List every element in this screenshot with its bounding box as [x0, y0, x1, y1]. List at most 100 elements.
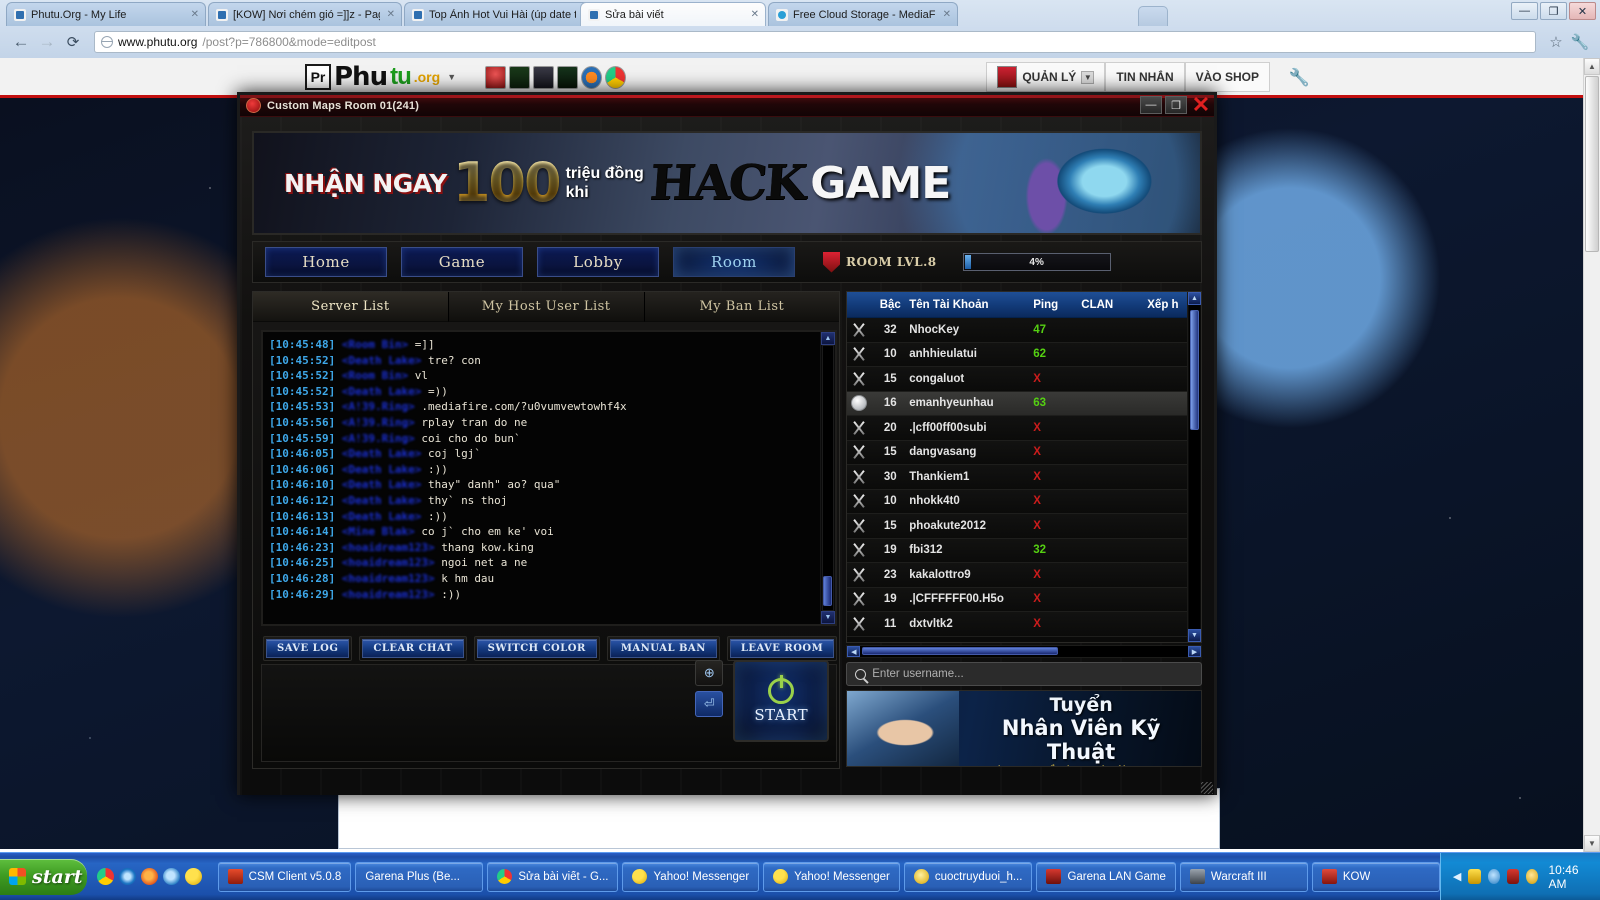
back-icon[interactable]: ←	[8, 29, 34, 55]
scroll-icon[interactable]	[509, 66, 530, 89]
player-row[interactable]: 16 emanhyeunhau 63	[847, 391, 1187, 416]
chrome-icon[interactable]	[96, 868, 114, 885]
firefox-icon[interactable]	[140, 868, 158, 885]
window-close-button[interactable]: ✕	[1569, 2, 1596, 20]
post-editor-area[interactable]	[338, 788, 1220, 849]
tab-close-icon[interactable]: ✕	[189, 9, 199, 20]
col-xep-header[interactable]: Xếp h	[1147, 299, 1187, 311]
player-row[interactable]: 19 fbi312 32	[847, 538, 1187, 563]
chat-username[interactable]: <Room Bin>	[335, 338, 408, 351]
network-icon[interactable]	[1487, 869, 1500, 884]
subtab-my-host-user-list[interactable]: My Host User List	[448, 292, 645, 322]
chat-scroll-up-icon[interactable]: ▲	[821, 332, 835, 345]
page-scrollbar[interactable]: ▲ ▼	[1583, 58, 1600, 852]
player-row[interactable]: 32 NhocKey 47	[847, 318, 1187, 343]
shop-button[interactable]: VÀO SHOP	[1184, 62, 1270, 92]
taskbar-button[interactable]: CSM Client v5.0.8	[217, 861, 352, 892]
manual-ban-button[interactable]: MANUAL BAN	[609, 639, 717, 658]
scrollbar-thumb[interactable]	[1585, 76, 1599, 252]
nav-tab-room[interactable]: Room	[673, 247, 795, 277]
chat-scrollbar[interactable]: ▲ ▼	[820, 332, 835, 624]
player-row[interactable]: 10 anhhieulatui 62	[847, 342, 1187, 367]
garena-close-button[interactable]: ✕	[1190, 94, 1212, 116]
nav-tab-lobby[interactable]: Lobby	[537, 247, 659, 277]
taskbar-button[interactable]: Warcraft III	[1179, 861, 1308, 892]
tab-close-icon[interactable]: ✕	[941, 9, 951, 20]
browser-tab-2[interactable]: Top Ảnh Hot Vui Hài (úp date t ✕	[404, 2, 598, 26]
player-list-hscrollbar[interactable]: ◀ ▶	[846, 645, 1202, 658]
window-resize-grip[interactable]	[1201, 782, 1213, 794]
player-row[interactable]: 15 congaluot X	[847, 367, 1187, 392]
player-row[interactable]: 23 kakalottro9 X	[847, 563, 1187, 588]
clear-chat-button[interactable]: CLEAR CHAT	[362, 639, 464, 658]
chat-username[interactable]: <hoaidream123>	[335, 541, 435, 554]
player-row[interactable]: 20 .|cff00ff00subi X	[847, 416, 1187, 441]
wrench-menu-icon[interactable]: 🔧	[1568, 30, 1592, 54]
player-scroll-up-icon[interactable]: ▲	[1188, 292, 1201, 305]
site-wrench-icon[interactable]: 🔧	[1289, 68, 1310, 88]
hscroll-left-icon[interactable]: ◀	[847, 646, 861, 657]
site-logo[interactable]: Pr Phu tu .org ▼	[305, 62, 456, 92]
chat-username[interactable]: <Mine Blak>	[335, 525, 415, 538]
promo-banner[interactable]: NHẬN NGAY 100 triệu đồng khi HACK GAME	[252, 131, 1202, 235]
firefox-icon[interactable]	[581, 66, 602, 89]
crosshair-icon[interactable]: ⊕	[695, 660, 724, 686]
chat-username[interactable]: <A!39.Ring>	[335, 400, 415, 413]
player-row[interactable]: 15 phoakute2012 X	[847, 514, 1187, 539]
player-row[interactable]: 11 dxtvltk2 X	[847, 612, 1187, 637]
col-rank-header[interactable]: Bậc	[871, 299, 909, 311]
chat-scroll-down-icon[interactable]: ▼	[821, 611, 835, 624]
browser-tab-3-active[interactable]: Sửa bài viết ✕	[580, 2, 766, 26]
chat-username[interactable]: <Death Lake>	[335, 463, 421, 476]
browser-tab-4[interactable]: Free Cloud Storage - MediaFir ✕	[768, 2, 958, 26]
subtab-server-list[interactable]: Server List	[253, 292, 449, 322]
chat-username[interactable]: <Death Lake>	[335, 478, 421, 491]
chat-username[interactable]: <A!39.Ring>	[335, 432, 415, 445]
chat-scroll-track[interactable]	[822, 345, 834, 611]
nav-tab-game[interactable]: Game	[401, 247, 523, 277]
taskbar-button[interactable]: Sửa bài viết - G...	[487, 861, 619, 892]
chat-username[interactable]: <Death Lake>	[335, 354, 421, 367]
search-input[interactable]	[872, 668, 1193, 680]
player-scroll-down-icon[interactable]: ▼	[1188, 629, 1201, 642]
address-bar[interactable]: www.phutu.org/post?p=786800&mode=editpos…	[94, 31, 1536, 53]
chat-username[interactable]: <A!39.Ring>	[335, 416, 415, 429]
chat-scroll-thumb[interactable]	[823, 576, 832, 606]
chat-username[interactable]: <Room Bin>	[335, 369, 408, 382]
potion-icon[interactable]	[485, 66, 506, 89]
chat-username[interactable]: <hoaidream123>	[335, 556, 435, 569]
player-row[interactable]: 19 .|CFFFFFF00.H5o X	[847, 587, 1187, 612]
door-icon[interactable]	[557, 66, 578, 89]
chevron-down-icon[interactable]: ▼	[447, 72, 456, 82]
hscroll-thumb[interactable]	[862, 647, 1059, 655]
chat-username[interactable]: <hoaidream123>	[335, 572, 435, 585]
chevron-down-icon[interactable]: ▼	[1081, 70, 1095, 84]
manage-button[interactable]: QUẢN LÝ ▼	[986, 62, 1106, 92]
reload-icon[interactable]: ⟳	[60, 29, 86, 55]
taskbar-button[interactable]: Garena Plus (Be...	[355, 861, 484, 892]
chrome-icon[interactable]	[605, 66, 626, 89]
recruitment-ad-banner[interactable]: Tuyển Nhân Viên Kỹ Thuật Khu vực tuyển d…	[846, 690, 1202, 767]
hscroll-track[interactable]	[860, 646, 1188, 657]
hscroll-right-icon[interactable]: ▶	[1188, 646, 1201, 657]
taskbar-button[interactable]: cuoctruyduoi_h...	[903, 861, 1033, 892]
messages-button[interactable]: TIN NHẮN	[1105, 62, 1185, 92]
scroll-up-icon[interactable]: ▲	[1584, 58, 1600, 75]
col-name-header[interactable]: Tên Tài Khoản	[909, 299, 1033, 311]
garena-minimize-button[interactable]: —	[1140, 96, 1162, 114]
taskbar-button[interactable]: Garena LAN Game	[1036, 861, 1176, 892]
garena-icon[interactable]	[1506, 869, 1520, 884]
col-ping-header[interactable]: Ping	[1033, 299, 1081, 311]
garena-maximize-button[interactable]: ❐	[1165, 96, 1187, 114]
subtab-my-ban-list[interactable]: My Ban List	[644, 292, 840, 322]
switch-color-button[interactable]: SWITCH COLOR	[476, 639, 597, 658]
chat-username[interactable]: <Death Lake>	[335, 447, 421, 460]
username-search-box[interactable]	[846, 662, 1202, 686]
yahoo-messenger-icon[interactable]	[184, 868, 202, 885]
col-clan-header[interactable]: CLAN	[1081, 299, 1147, 311]
internet-explorer-icon[interactable]	[118, 868, 136, 885]
chat-username[interactable]: <Death Lake>	[335, 510, 421, 523]
scroll-down-icon[interactable]: ▼	[1584, 835, 1600, 852]
forward-icon[interactable]: →	[34, 29, 60, 55]
mail-icon[interactable]	[1468, 869, 1481, 884]
